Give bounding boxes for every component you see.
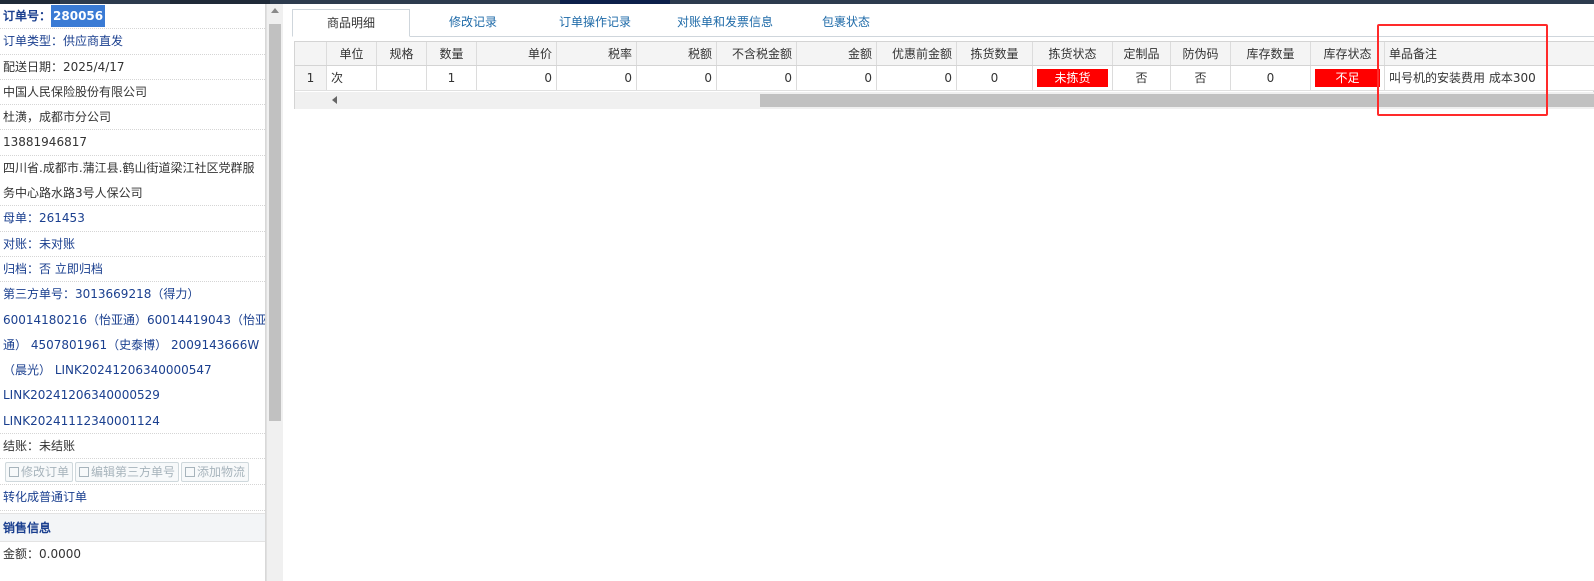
cell-custom: 否: [1113, 66, 1171, 90]
col-header-custom[interactable]: 定制品: [1113, 42, 1171, 65]
address-line-1: 四川省.成都市.蒲江县.鹤山街道梁江社区党群服: [3, 160, 255, 175]
cell-qty: 1: [427, 66, 477, 90]
edit-third-party-button[interactable]: 编辑第三方单号: [75, 462, 180, 483]
col-header-spec[interactable]: 规格: [377, 42, 427, 65]
third-party-line: （晨光） LINK20241206340000547: [3, 363, 212, 378]
scrollbar-thumb[interactable]: [269, 24, 281, 421]
col-header-unit[interactable]: 单位: [327, 42, 377, 65]
archive-label: 归档：: [3, 261, 40, 276]
scroll-left-arrow-icon[interactable]: [332, 96, 337, 104]
cell-pick-qty: 0: [957, 66, 1033, 90]
cell-anti-fake: 否: [1171, 66, 1231, 90]
reconcile-label: 对账：: [3, 236, 40, 251]
settle-value: 未结账: [39, 439, 76, 454]
col-header-stock-qty[interactable]: 库存数量: [1231, 42, 1311, 65]
company-name: 中国人民保险股份有限公司: [0, 80, 265, 106]
cell-price: 0: [477, 66, 557, 90]
cell-tax: 0: [637, 66, 717, 90]
add-logistics-button[interactable]: 添加物流: [181, 462, 250, 483]
parent-order-row: 母单：261453: [0, 206, 265, 232]
third-party-line: 60014180216（怡亚通）60014419043（怡亚: [3, 312, 265, 327]
cell-unit: 次: [327, 66, 377, 90]
col-header-pick-qty[interactable]: 拣货数量: [957, 42, 1033, 65]
third-party-line: 通） 4507801961（史泰博） 2009143666W: [3, 337, 260, 352]
cell-pretax: 0: [717, 66, 797, 90]
cell-stock-status: 不足: [1311, 66, 1385, 90]
third-party-line: 第三方单号：3013669218（得力）: [3, 287, 200, 302]
parent-order-link[interactable]: 261453: [39, 211, 85, 225]
settle-label: 结账：: [3, 439, 40, 454]
col-header-stock-status[interactable]: 库存状态: [1311, 42, 1385, 65]
reconcile-value: 未对账: [39, 236, 76, 251]
edit-icon: [185, 467, 196, 478]
tab-operation-log[interactable]: 订单操作记录: [540, 9, 650, 37]
edit-icon: [79, 467, 90, 478]
convert-order-link[interactable]: 转化成普通订单: [0, 485, 265, 511]
order-number-row: 订单号： 280056: [0, 4, 265, 30]
edit-third-party-label: 编辑第三方单号: [91, 465, 176, 480]
order-number-value[interactable]: 280056: [51, 5, 106, 27]
edit-icon: [9, 467, 19, 478]
stock-status-badge: 不足: [1315, 69, 1380, 87]
cell-amount: 0: [797, 66, 877, 90]
annotation-highlight-box: [1377, 24, 1548, 116]
order-number-label: 订单号：: [3, 9, 52, 23]
add-logistics-label: 添加物流: [197, 465, 246, 480]
reconcile-row: 对账：未对账: [0, 232, 265, 257]
col-header-price[interactable]: 单价: [477, 42, 557, 65]
cell-index: 1: [295, 66, 327, 90]
col-header-pre-discount[interactable]: 优惠前金额: [877, 42, 957, 65]
third-party-line: LINK20241206340000529: [3, 388, 160, 403]
scroll-up-arrow-icon[interactable]: [271, 8, 279, 13]
third-party-line: LINK20241112340001124: [0, 409, 265, 435]
edit-order-button[interactable]: 修改订单: [5, 462, 74, 483]
sales-info-header: 销售信息: [0, 512, 265, 542]
cell-spec: [377, 66, 427, 90]
edit-order-label: 修改订单: [21, 465, 70, 480]
amount: 金额：0.0000: [3, 546, 81, 561]
col-header-pick-status[interactable]: 拣货状态: [1033, 42, 1113, 65]
cell-stock-qty: 0: [1231, 66, 1311, 90]
pick-status-badge: 未拣货: [1037, 69, 1108, 87]
order-type: 订单类型：供应商直发: [0, 29, 265, 55]
col-header-index: [295, 42, 327, 65]
tab-statement-invoice[interactable]: 对账单和发票信息: [660, 9, 790, 37]
col-header-qty[interactable]: 数量: [427, 42, 477, 65]
parent-order-label: 母单：: [3, 211, 40, 226]
col-header-tax-rate[interactable]: 税率: [557, 42, 637, 65]
contact-phone: 13881946817: [0, 130, 265, 156]
col-header-tax[interactable]: 税额: [637, 42, 717, 65]
address-line-2: 务中心路水路3号人保公司: [0, 181, 265, 207]
tab-change-log[interactable]: 修改记录: [420, 9, 526, 37]
col-header-pretax[interactable]: 不含税金额: [717, 42, 797, 65]
cell-pre-discount: 0: [877, 66, 957, 90]
left-panel-scrollbar[interactable]: [266, 4, 283, 581]
delivery-date: 配送日期：2025/4/17: [0, 55, 265, 80]
order-action-buttons: 修改订单 编辑第三方单号 添加物流: [0, 459, 265, 486]
settle-row: 结账：未结账: [0, 434, 265, 460]
tab-package-status[interactable]: 包裹状态: [800, 9, 892, 37]
archive-row: 归档：否 立即归档: [0, 257, 265, 283]
contact-name: 杜潢，成都市分公司: [0, 105, 265, 131]
col-header-amount[interactable]: 金额: [797, 42, 877, 65]
cell-tax-rate: 0: [557, 66, 637, 90]
cell-pick-status: 未拣货: [1033, 66, 1113, 90]
tab-product-details[interactable]: 商品明细: [292, 9, 410, 37]
order-info-panel: 订单号： 280056 订单类型：供应商直发 配送日期：2025/4/17 中国人…: [0, 4, 266, 581]
col-header-anti-fake[interactable]: 防伪码: [1171, 42, 1231, 65]
archive-now-link[interactable]: 否 立即归档: [39, 262, 103, 276]
